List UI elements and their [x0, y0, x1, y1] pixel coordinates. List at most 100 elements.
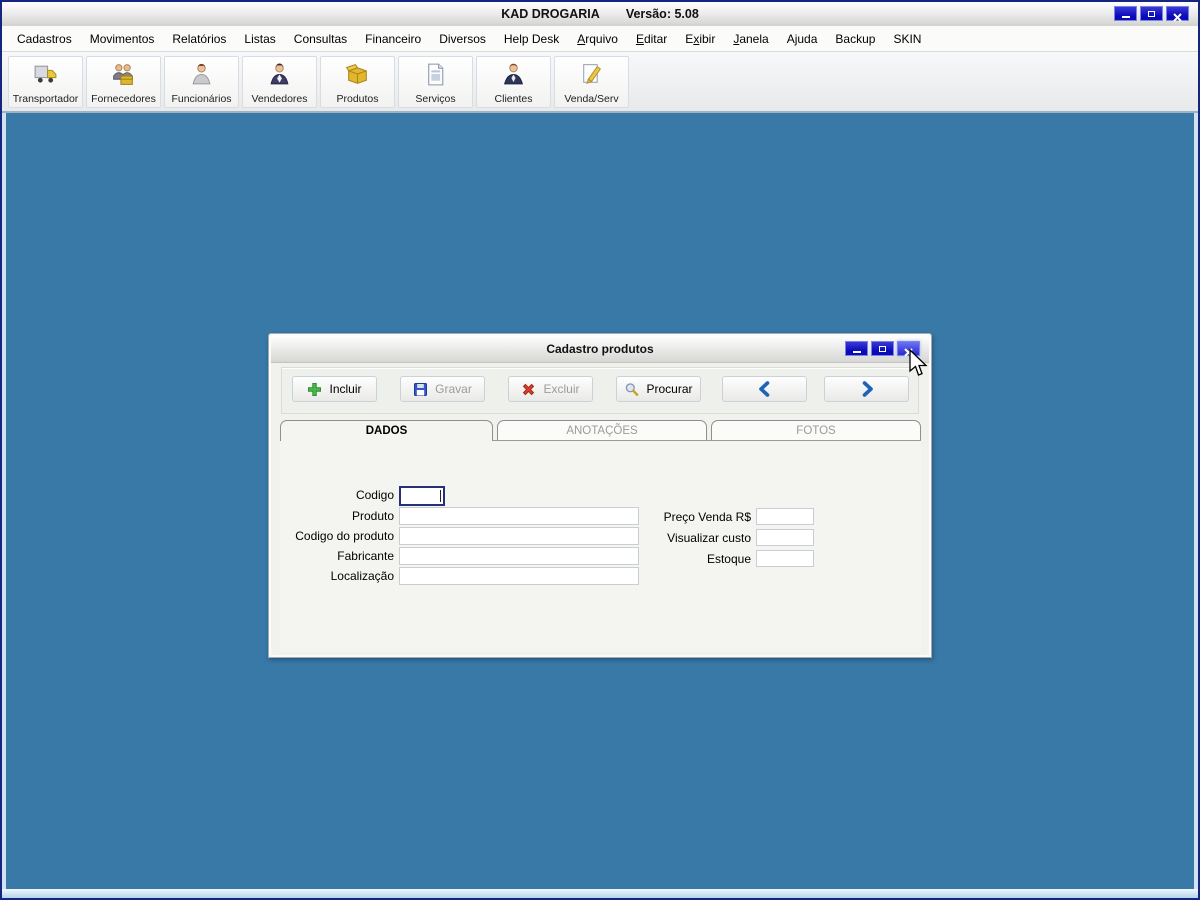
preco-venda-input[interactable] — [756, 508, 814, 525]
dialog-titlebar[interactable]: Cadastro produtos — [271, 336, 929, 363]
close-button[interactable] — [897, 341, 920, 356]
estoque-input[interactable] — [756, 550, 814, 567]
menu-item-label: ibir — [699, 32, 715, 46]
action-button-label: Incluir — [329, 382, 361, 396]
menu-item-label: Help Desk — [504, 32, 559, 46]
menu-item-exibir[interactable]: Exibir — [676, 32, 724, 46]
toolbar-button-funcionarios[interactable]: Funcionários — [164, 56, 239, 108]
toolbar-button-produtos[interactable]: Produtos — [320, 56, 395, 108]
toolbar-button-servicos[interactable]: Serviços — [398, 56, 473, 108]
window-bottom-frame — [2, 889, 1198, 898]
toolbar-button-label: Venda/Serv — [564, 93, 618, 105]
toolbar-button-venda-serv[interactable]: Venda/Serv — [554, 56, 629, 108]
codigo-do-produto-input[interactable] — [399, 527, 639, 545]
menu-item-arquivo[interactable]: Arquivo — [568, 32, 627, 46]
app-version: Versão: 5.08 — [626, 7, 699, 21]
action-button-label: Procurar — [646, 382, 692, 396]
visualizar-custo-label: Visualizar custo — [621, 531, 751, 545]
toolbar-button-transportador[interactable]: Transportador — [8, 56, 83, 108]
menu-item-consultas[interactable]: Consultas — [285, 32, 356, 46]
dialog-window-controls — [845, 341, 920, 356]
menu-item-relatorios[interactable]: Relatórios — [163, 32, 235, 46]
menu-item-cadastros[interactable]: Cadastros — [8, 32, 81, 46]
estoque-label: Estoque — [621, 552, 751, 566]
menu-item-financeiro[interactable]: Financeiro — [356, 32, 430, 46]
tab-anotacoes[interactable]: ANOTAÇÕES — [497, 420, 707, 440]
toolbar-button-vendedores[interactable]: Vendedores — [242, 56, 317, 108]
toolbar-button-label: Serviços — [415, 93, 455, 105]
dialog-title: Cadastro produtos — [546, 342, 653, 356]
suppliers-icon — [110, 57, 137, 93]
menu-bar: CadastrosMovimentos Relatórios Listas Consu… — [2, 26, 1198, 52]
toolbar-button-label: Funcionários — [171, 93, 231, 105]
mdi-client-area: Cadastro produtos Incluir Gravar Excluir Pr… — [2, 113, 1198, 889]
produto-input[interactable] — [399, 507, 639, 525]
action-button-incluir[interactable]: Incluir — [292, 376, 377, 402]
menu-item-backup[interactable]: Backup — [826, 32, 884, 46]
action-button-gravar[interactable]: Gravar — [400, 376, 485, 402]
menu-item-label: rquivo — [585, 32, 618, 46]
tab-fotos[interactable]: FOTOS — [711, 420, 921, 440]
delete-x-icon — [521, 382, 536, 397]
plus-icon — [307, 382, 322, 397]
minimize-icon — [1122, 16, 1130, 18]
maximize-button[interactable] — [871, 341, 894, 356]
toolbar-button-fornecedores[interactable]: Fornecedores — [86, 56, 161, 108]
maximize-icon — [1148, 11, 1155, 17]
action-button-proximo[interactable] — [824, 376, 909, 402]
menu-item-label: Ajuda — [787, 32, 818, 46]
toolbar-button-label: Transportador — [13, 93, 79, 105]
action-button-anterior[interactable] — [722, 376, 807, 402]
menu-item-editar[interactable]: Editar — [627, 32, 676, 46]
toolbar-button-label: Vendedores — [251, 93, 307, 105]
application-window: KAD DROGARIA Versão: 5.08 CadastrosMovim… — [0, 0, 1200, 900]
menu-item-diversos[interactable]: Diversos — [430, 32, 495, 46]
minimize-button[interactable] — [1114, 6, 1137, 21]
menu-item-label: ditar — [644, 32, 667, 46]
action-button-label: Excluir — [543, 382, 579, 396]
menu-item-label: Relatórios — [172, 32, 226, 46]
search-icon — [624, 382, 639, 397]
menu-item-ajuda[interactable]: Ajuda — [778, 32, 827, 46]
minimize-icon — [853, 351, 861, 353]
close-button[interactable] — [1166, 6, 1189, 21]
action-button-label: Gravar — [435, 382, 472, 396]
maximize-icon — [879, 346, 886, 352]
menu-item-listas[interactable]: Listas — [235, 32, 284, 46]
salesperson-icon — [266, 57, 293, 93]
menu-item-label: Diversos — [439, 32, 486, 46]
close-icon — [904, 344, 913, 353]
toolbar-button-label: Produtos — [336, 93, 378, 105]
menu-item-movimentos[interactable]: Movimentos — [81, 32, 164, 46]
toolbar-button-clientes[interactable]: Clientes — [476, 56, 551, 108]
chevron-left-icon — [755, 381, 775, 397]
codigo-input[interactable] — [399, 486, 445, 506]
save-icon — [413, 382, 428, 397]
localizacao-label: Localização — [274, 569, 394, 583]
action-button-procurar[interactable]: Procurar — [616, 376, 701, 402]
fabricante-input[interactable] — [399, 547, 639, 565]
product-box-icon — [344, 57, 371, 93]
menu-item-help-desk[interactable]: Help Desk — [495, 32, 568, 46]
localizacao-input[interactable] — [399, 567, 639, 585]
main-titlebar: KAD DROGARIA Versão: 5.08 — [2, 2, 1198, 27]
document-icon — [422, 57, 449, 93]
menu-item-skin[interactable]: SKIN — [884, 32, 930, 46]
action-button-excluir[interactable]: Excluir — [508, 376, 593, 402]
minimize-button[interactable] — [845, 341, 868, 356]
toolbar-button-label: Fornecedores — [91, 93, 156, 105]
produto-label: Produto — [274, 509, 394, 523]
cadastro-produtos-dialog: Cadastro produtos Incluir Gravar Excluir Pr… — [268, 333, 932, 658]
tab-dados[interactable]: DADOS — [280, 420, 493, 441]
menu-item-label: Consultas — [294, 32, 347, 46]
menu-item-label: E — [636, 32, 644, 46]
toolbar: Transportador Fornecedores Funcionários Ven… — [2, 52, 1198, 113]
menu-item-janela[interactable]: Janela — [724, 32, 777, 46]
maximize-button[interactable] — [1140, 6, 1163, 21]
visualizar-custo-input[interactable] — [756, 529, 814, 546]
toolbar-button-label: Clientes — [495, 93, 533, 105]
dialog-action-panel: Incluir Gravar Excluir Procurar — [281, 367, 919, 414]
codigo-label: Codigo — [274, 488, 394, 502]
menu-item-label: Financeiro — [365, 32, 421, 46]
menu-item-label: anela — [739, 32, 768, 46]
